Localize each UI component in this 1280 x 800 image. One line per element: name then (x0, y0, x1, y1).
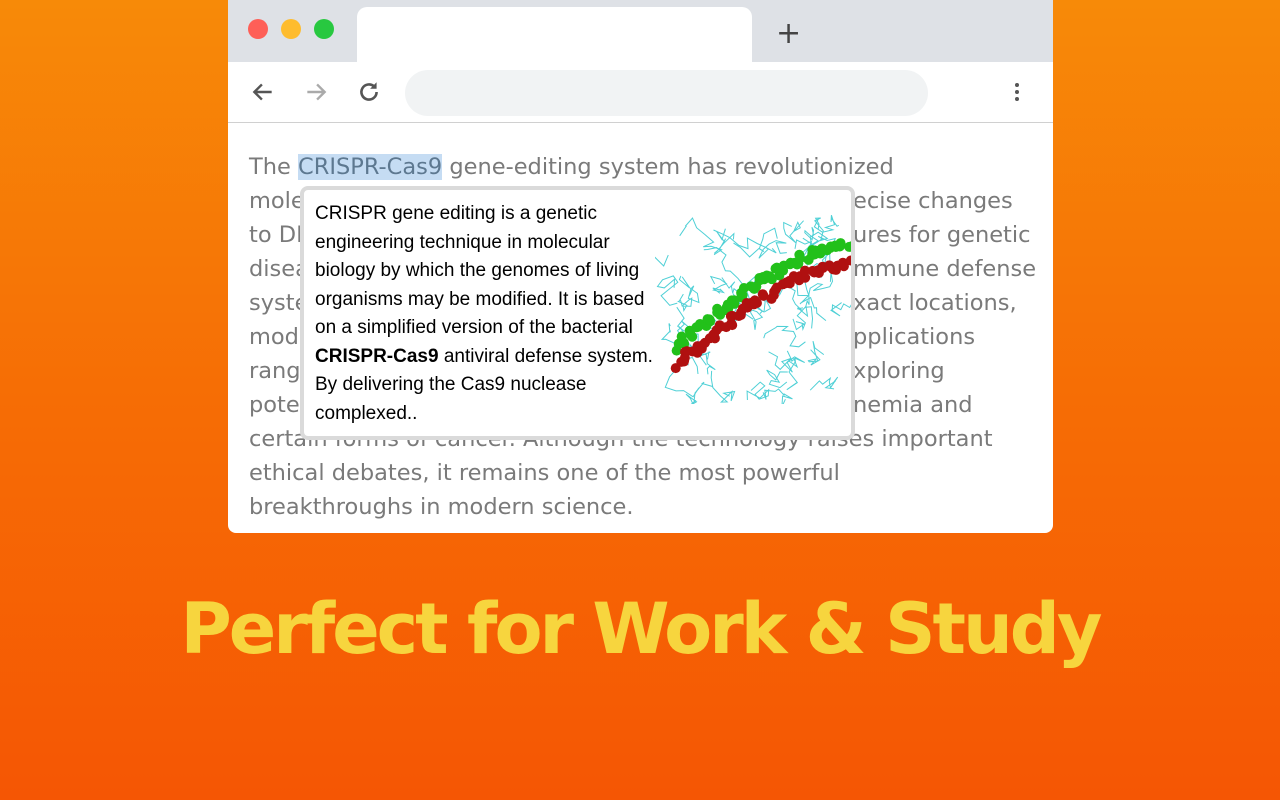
article-fragment: nemia and (853, 392, 973, 418)
bold-term: CRISPR-Cas9 (315, 345, 439, 367)
reload-icon[interactable] (354, 77, 384, 107)
protein-chain (685, 381, 714, 404)
close-window-button[interactable] (248, 19, 268, 39)
popup-definition: CRISPR gene editing is a genetic enginee… (315, 200, 655, 428)
text: The (249, 154, 298, 180)
article-fragment: modi (249, 324, 306, 350)
forward-arrow-icon[interactable] (301, 77, 331, 107)
article-line: ethical debates, it remains one of the m… (249, 460, 840, 486)
article-line: breakthroughs in modern science. (249, 494, 634, 520)
headline: Perfect for Work & Study (180, 588, 1102, 670)
new-tab-button[interactable]: + (776, 16, 801, 51)
active-tab[interactable] (357, 7, 752, 63)
protein-chain (809, 376, 839, 391)
protein-chain (792, 305, 809, 331)
protein-chain (830, 302, 851, 317)
protein-chain (656, 275, 679, 306)
article-fragment: mmune defense (853, 256, 1037, 282)
text: CRISPR gene editing is a genetic enginee… (315, 203, 645, 338)
rna-strand-green (712, 303, 723, 314)
protein-structure-image (655, 214, 851, 404)
highlighted-term[interactable]: CRISPR-Cas9 (298, 154, 443, 180)
article-line: The CRISPR-Cas9 gene-editing system has … (249, 150, 894, 184)
protein-chain (709, 275, 728, 294)
protein-chain (677, 293, 693, 312)
protein-chain (763, 325, 806, 348)
protein-chain (655, 254, 669, 267)
protein-chain (678, 275, 700, 304)
rna-strand-green (835, 238, 846, 249)
article-fragment: ures for genetic (853, 222, 1031, 248)
dna-strand-red (757, 289, 768, 300)
more-vert-icon[interactable] (1012, 80, 1022, 108)
protein-chain (766, 369, 788, 389)
protein-chain (807, 340, 825, 366)
article-fragment: pote (249, 392, 300, 418)
protein-chain (713, 229, 777, 254)
protein-chain (710, 370, 736, 403)
rna-strand-green (704, 314, 715, 325)
text: gene-editing system has revolutionized (442, 154, 894, 180)
article-fragment: pplications (853, 324, 976, 350)
article-fragment: rang (249, 358, 301, 384)
protein-chain (783, 220, 804, 244)
toolbar (228, 62, 1053, 123)
minimize-window-button[interactable] (281, 19, 301, 39)
article-fragment: xact locations, (853, 290, 1017, 316)
dna-strand-red (769, 286, 780, 297)
definition-popup: CRISPR gene editing is a genetic enginee… (300, 186, 855, 440)
back-arrow-icon[interactable] (248, 77, 278, 107)
article-fragment: ecise changes (853, 188, 1013, 214)
article-fragment: mole (249, 188, 305, 214)
address-bar[interactable] (405, 70, 928, 116)
protein-chain (713, 228, 735, 254)
tab-bar: + (228, 0, 1053, 63)
article-fragment: xploring (853, 358, 945, 384)
protein-chain (679, 217, 723, 256)
protein-chain (768, 351, 799, 373)
maximize-window-button[interactable] (314, 19, 334, 39)
dna-strand-red (727, 320, 738, 331)
rna-strand-green (794, 249, 805, 260)
protein-chain (786, 350, 805, 391)
protein-chain (746, 381, 770, 401)
